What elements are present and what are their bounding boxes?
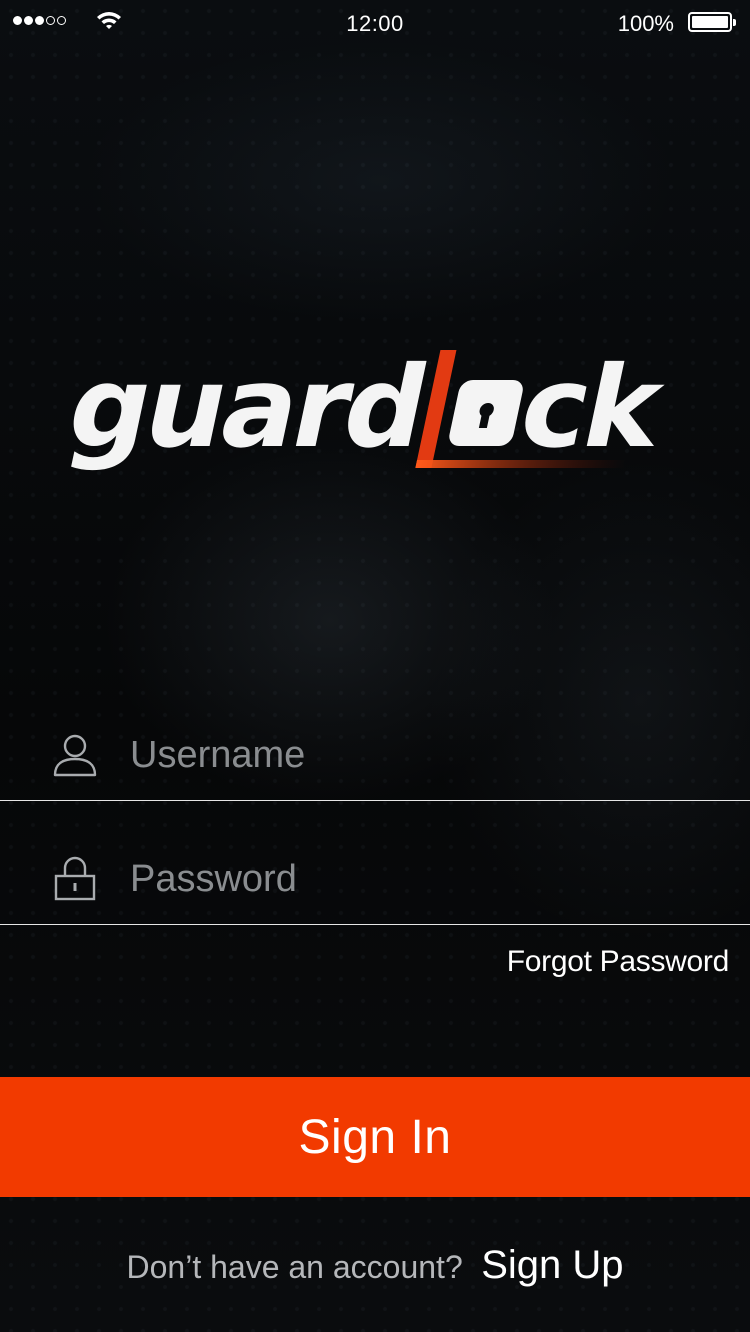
battery-percent: 100% bbox=[617, 11, 674, 36]
password-divider bbox=[0, 924, 750, 925]
logo-text-ck: ck bbox=[509, 342, 676, 473]
forgot-password-link[interactable]: Forgot Password bbox=[507, 945, 730, 979]
status-bar: 12:00 100% bbox=[0, 0, 750, 44]
signup-row: Don’t have an account? Sign Up bbox=[0, 1243, 750, 1288]
signup-prompt: Don’t have an account? bbox=[126, 1249, 463, 1285]
password-input[interactable] bbox=[130, 849, 710, 909]
battery-fill bbox=[692, 16, 728, 28]
sign-in-button[interactable]: Sign In bbox=[0, 1077, 750, 1197]
password-row bbox=[0, 801, 750, 925]
logo-text-guard: guard bbox=[58, 342, 436, 473]
user-icon bbox=[53, 734, 97, 777]
guardlock-logo: guard ck bbox=[58, 342, 677, 473]
battery-icon bbox=[688, 12, 736, 32]
username-input[interactable] bbox=[130, 725, 710, 785]
sign-up-link[interactable]: Sign Up bbox=[481, 1243, 623, 1287]
username-row bbox=[0, 677, 750, 801]
lock-icon bbox=[54, 856, 96, 901]
